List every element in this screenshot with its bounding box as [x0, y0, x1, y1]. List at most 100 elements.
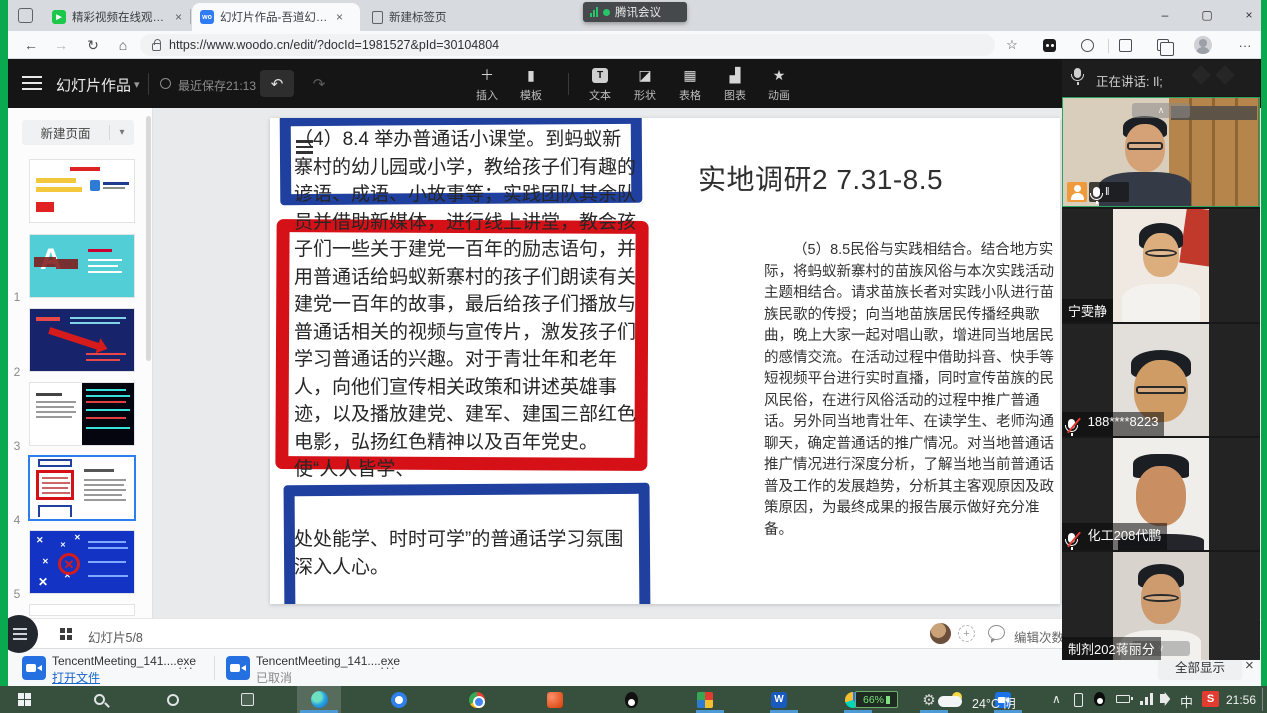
office-taskbar-icon[interactable] [544, 689, 566, 710]
collections-icon[interactable] [1154, 37, 1172, 53]
tab-newtab[interactable]: 新建标签页 [364, 3, 512, 31]
meeting-panel: 正在讲话: Il; ∧ ‖ [1062, 60, 1260, 660]
document-title[interactable]: 幻灯片作品 [56, 75, 131, 96]
favorite-star-icon[interactable]: ☆ [1003, 37, 1021, 53]
slide-thumb-2[interactable]: A [30, 235, 134, 297]
participant-video [1113, 209, 1209, 322]
download-more-icon[interactable]: ··· [178, 660, 194, 675]
participant-tile[interactable]: ∨ 制剂202蒋丽分 [1062, 552, 1260, 660]
tool-chart[interactable]: ▟ 图表 [713, 66, 757, 103]
sidebar-scrollbar[interactable] [146, 116, 151, 361]
edge-taskbar-icon[interactable] [308, 689, 330, 710]
search-icon[interactable] [88, 689, 110, 710]
url-field[interactable]: https://www.woodo.cn/edit/?docId=1981527… [140, 34, 995, 56]
word-taskbar-icon[interactable]: W [768, 689, 790, 710]
show-desktop-strip[interactable] [1262, 688, 1263, 711]
chrome-taskbar-icon[interactable] [466, 689, 488, 710]
tool-table[interactable]: ▦ 表格 [668, 66, 712, 103]
participant-tile[interactable]: 188****8223 [1062, 324, 1260, 436]
redo-button[interactable]: ↷ [304, 70, 334, 97]
undo-button[interactable]: ↶ [260, 70, 294, 97]
open-file-link[interactable]: 打开文件 [52, 669, 100, 686]
new-page-caret-icon[interactable]: ▾ [110, 127, 134, 138]
weather-icon[interactable] [938, 692, 968, 707]
collapse-chevron-up[interactable]: ∧ [1132, 103, 1190, 118]
show-all-downloads-button[interactable]: 全部显示 [1158, 657, 1242, 680]
battery-tray-icon[interactable] [1116, 695, 1130, 703]
add-collaborator-button[interactable]: + [958, 625, 975, 642]
slide-left-text[interactable]: （4）8.4 举办普通话小课堂。到蚂蚁新寨村的幼儿园或小学，教给孩子们有趣的谚语… [294, 126, 636, 484]
tab-close-icon[interactable]: × [336, 10, 343, 24]
task-view-icon[interactable] [236, 689, 258, 710]
speaking-label: 正在讲话: Il; [1096, 71, 1163, 90]
favorites-bar-icon[interactable] [1116, 37, 1134, 53]
slide-title[interactable]: 实地调研2 7.31-8.5 [698, 158, 943, 198]
tool-shape[interactable]: ◪ 形状 [623, 66, 667, 103]
slide-thumb-7-partial[interactable] [30, 605, 134, 615]
tab-iqiyi[interactable]: ▶ 精彩视频在线观看-爱奇艺搜索 × [44, 3, 190, 31]
slide-thumb-6[interactable]: ✕ ✕ ✕ ✕ ✕ ✕ ✕ [30, 531, 134, 593]
download-filename: TencentMeeting_141....exe [256, 654, 400, 668]
participant-tile-speaker[interactable]: ∧ ‖ [1062, 97, 1260, 207]
tab-woodo-active[interactable]: wo 幻灯片作品-吾道幻灯片 × [192, 3, 360, 31]
collaborator-avatar[interactable] [930, 623, 951, 644]
slide-counter: 幻灯片5/8 [88, 627, 143, 646]
participant-name: 宁雯静 [1062, 299, 1113, 322]
download-more-icon[interactable]: ··· [380, 660, 396, 675]
refresh-icon[interactable]: ↻ [82, 35, 104, 55]
restore-button[interactable]: ▢ [1188, 0, 1226, 30]
tool-template[interactable]: ▮ 模板 [509, 66, 553, 103]
new-page-button[interactable]: 新建页面 ▾ [22, 120, 134, 145]
tab-search-icon[interactable] [18, 8, 33, 23]
tool-animation[interactable]: ★ 动画 [757, 66, 801, 103]
slide-thumb-1[interactable] [30, 160, 134, 222]
tray-expand-icon[interactable]: ∧ [1052, 692, 1061, 706]
participant-tile[interactable]: 化工208代鹏 [1062, 438, 1260, 550]
network-icon[interactable] [1140, 693, 1153, 705]
crest-app-icon[interactable] [694, 689, 716, 710]
pause-bars-icon: ‖ [1105, 186, 1110, 198]
browser-essentials-icon[interactable] [1078, 37, 1096, 53]
tool-text[interactable]: T 文本 [578, 66, 622, 103]
extension-icon[interactable] [1040, 37, 1058, 53]
qq-tray-icon[interactable] [1094, 692, 1105, 706]
blue-app-icon[interactable] [388, 689, 410, 710]
phone-link-icon[interactable] [1074, 693, 1083, 707]
weather-text[interactable]: 24°C 阴 [972, 693, 1016, 712]
volume-icon[interactable] [1160, 694, 1166, 703]
ime-indicator[interactable]: 中 [1180, 692, 1193, 711]
home-icon[interactable]: ⌂ [112, 35, 134, 55]
slide-right-text[interactable]: （5）8.5民俗与实践相结合。结合地方实际，将蚂蚁新寨村的苗族风俗与本次实践活动… [764, 240, 1060, 541]
settings-gear-icon[interactable]: ⚙ [918, 689, 940, 710]
participant-tile[interactable]: 宁雯静 [1062, 209, 1260, 322]
comment-icon[interactable] [988, 625, 1005, 640]
desktop: ▶ 精彩视频在线观看-爱奇艺搜索 × wo 幻灯片作品-吾道幻灯片 × 新建标签… [0, 0, 1267, 713]
meeting-header: 正在讲话: Il; [1062, 60, 1260, 96]
slide-canvas[interactable]: （4）8.4 举办普通话小课堂。到蚂蚁新寨村的幼儿园或小学，教给孩子们有趣的谚语… [270, 118, 1060, 604]
more-menu-icon[interactable]: ··· [1236, 37, 1254, 53]
meeting-floating-pill[interactable]: 腾讯会议 [583, 2, 687, 22]
editor-menu-icon[interactable] [22, 76, 42, 90]
battery-percent-badge[interactable]: 66% [855, 691, 898, 708]
back-icon[interactable]: ← [20, 35, 42, 55]
cortana-icon[interactable] [162, 689, 184, 710]
slide-thumb-4[interactable] [30, 383, 134, 445]
speaking-mic-icon [1074, 68, 1081, 78]
title-caret-icon[interactable]: ▾ [134, 78, 140, 91]
slide-thumb-3[interactable] [30, 309, 134, 371]
tab-close-icon[interactable]: × [175, 10, 182, 24]
slide-thumb-5-selected[interactable] [30, 457, 134, 519]
profile-avatar[interactable] [1194, 37, 1212, 53]
lock-icon [152, 43, 161, 51]
clock-time[interactable]: 21:56 [1226, 693, 1256, 707]
grid-view-icon[interactable] [60, 628, 72, 640]
thumb-logo [90, 180, 100, 191]
start-button[interactable] [14, 689, 36, 710]
sogou-ime-icon[interactable]: S [1202, 691, 1219, 707]
forward-icon[interactable]: → [50, 35, 72, 55]
close-button[interactable]: × [1230, 0, 1261, 30]
tool-insert[interactable]: ＋ 插入 [465, 66, 509, 103]
minimize-button[interactable]: – [1146, 0, 1184, 30]
qq-taskbar-icon[interactable] [620, 689, 642, 710]
slide-left-text-bottom[interactable]: 处处能学、时时可学”的普通话学习氛围深入人心。 [294, 526, 636, 581]
